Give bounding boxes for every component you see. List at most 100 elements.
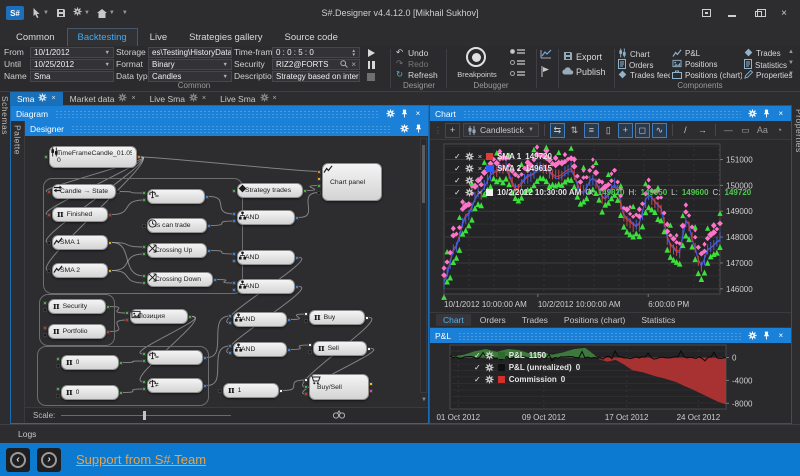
gear-icon[interactable]	[485, 375, 494, 384]
text-tool-button[interactable]: Aa	[755, 123, 770, 138]
diagram-node-is-can-trade[interactable]: Is can trade	[147, 218, 207, 233]
close-icon[interactable]: ×	[776, 331, 786, 340]
gear-icon[interactable]	[465, 152, 474, 161]
input-port[interactable]	[56, 387, 60, 391]
input-port[interactable]	[304, 392, 308, 396]
close-icon[interactable]: ×	[202, 95, 206, 102]
output-port[interactable]	[137, 155, 141, 159]
crosshair-button[interactable]: +	[618, 123, 633, 138]
chevron-down-icon[interactable]: ▼	[220, 62, 228, 68]
doc-tab-live-sma[interactable]: Live Sma×	[143, 92, 214, 105]
component-positions-chart-[interactable]: Positions (chart)	[672, 70, 742, 81]
input-port[interactable]	[232, 259, 236, 263]
visibility-check[interactable]: ✓	[454, 164, 461, 173]
close-icon[interactable]: ×	[478, 164, 482, 173]
visibility-check[interactable]: ✓	[454, 188, 461, 197]
schemas-tab[interactable]: Schemas	[0, 96, 10, 135]
diagram-node-crossing-up[interactable]: Crossing Up	[147, 243, 207, 258]
pin-icon[interactable]	[413, 124, 423, 133]
clear-icon[interactable]: ×	[348, 60, 356, 69]
strategies-button[interactable]: ▼	[97, 9, 115, 18]
input-port[interactable]	[43, 301, 47, 305]
publish-button[interactable]: Publish	[562, 67, 606, 77]
close-icon[interactable]: ×	[776, 109, 786, 118]
input-port[interactable]	[317, 184, 321, 188]
diagram-node-0[interactable]: π0	[61, 385, 119, 400]
support-link[interactable]: Support from S#.Team	[76, 452, 206, 467]
scale-slider[interactable]	[61, 415, 231, 416]
chart-panel-header[interactable]: Chart ×	[430, 106, 791, 121]
output-port[interactable]	[365, 316, 369, 320]
diagram-canvas[interactable]: ▼ TimeFrameCandle_01.05.00Candle → State…	[25, 136, 428, 407]
input-port[interactable]	[232, 212, 236, 216]
indicator-button[interactable]: ∿	[652, 123, 667, 138]
gear-icon[interactable]	[260, 93, 269, 104]
gear-icon[interactable]	[748, 109, 758, 118]
field-time-frame[interactable]: 0 : 0 : 5 : 0▲▼	[272, 47, 360, 58]
refresh-button[interactable]: ↻Refresh	[394, 69, 438, 80]
input-port[interactable]	[142, 380, 146, 384]
input-port[interactable]	[308, 350, 312, 354]
ribbon-tab-strategies-gallery[interactable]: Strategies gallery	[179, 29, 272, 46]
input-port[interactable]	[142, 274, 146, 278]
output-port[interactable]	[369, 389, 373, 393]
visibility-check[interactable]: ✓	[454, 176, 461, 185]
input-port[interactable]	[56, 364, 60, 368]
visibility-check[interactable]: ✓	[454, 152, 461, 161]
input-port[interactable]	[317, 177, 321, 181]
diagram-node-security[interactable]: πSecurity	[48, 299, 106, 314]
input-port[interactable]	[228, 351, 232, 355]
doc-tab-live-sma[interactable]: Live Sma×	[213, 92, 284, 105]
field-data-type[interactable]: Candles▼	[148, 71, 232, 82]
style-button[interactable]	[694, 4, 718, 22]
diagram-node-strategy-trades[interactable]: Strategy trades	[237, 183, 303, 198]
breakpoint-clear-button[interactable]	[510, 71, 525, 76]
gear-icon[interactable]	[38, 93, 47, 104]
doc-tab-market-data[interactable]: Market data×	[63, 92, 143, 105]
prev-tip-button[interactable]: ‹	[6, 448, 30, 472]
diagram-node-sma-2[interactable]: SMA 2	[52, 263, 108, 278]
input-port[interactable]	[142, 224, 146, 228]
input-port[interactable]	[47, 269, 51, 273]
gear-icon[interactable]	[399, 124, 409, 133]
input-port[interactable]	[142, 352, 146, 356]
field-security[interactable]: RIZ2@FORTS×	[272, 59, 360, 70]
input-port[interactable]	[304, 378, 308, 382]
tooltip-button[interactable]: ◻	[635, 123, 650, 138]
diagram-node-crossing-down[interactable]: Crossing Down	[147, 272, 213, 287]
diagram-node-buy-sell[interactable]: Buy/Sell	[309, 374, 369, 400]
drag-handle[interactable]: ⋮	[434, 126, 442, 135]
input-port[interactable]	[56, 394, 60, 398]
gear-icon[interactable]	[189, 93, 198, 104]
properties-tab[interactable]: Properties	[794, 109, 800, 153]
output-port[interactable]	[207, 224, 211, 228]
close-icon[interactable]: ×	[51, 95, 55, 102]
input-port[interactable]	[304, 385, 308, 389]
result-tab-statistics[interactable]: Statistics	[634, 314, 682, 326]
input-port[interactable]	[142, 281, 146, 285]
input-port[interactable]	[232, 189, 236, 193]
doc-tab-sma[interactable]: Sma×	[10, 92, 63, 105]
diagram-node-and[interactable]: AND	[233, 342, 287, 357]
pnl-panel-header[interactable]: P&L ×	[430, 328, 791, 343]
gear-icon[interactable]	[118, 93, 127, 104]
settings-button[interactable]: ▼	[73, 7, 90, 19]
input-port[interactable]	[142, 191, 146, 195]
gear-icon[interactable]	[485, 351, 494, 360]
input-port[interactable]	[56, 357, 60, 361]
pin-icon[interactable]	[762, 331, 772, 340]
gear-icon[interactable]	[385, 109, 395, 118]
hline-tool-button[interactable]: —	[721, 123, 736, 138]
result-tab-positions-chart-[interactable]: Positions (chart)	[557, 314, 632, 326]
pin-icon[interactable]	[399, 109, 409, 118]
input-port[interactable]	[43, 333, 47, 337]
field-storage[interactable]: es\Testing\HistoryData\▼	[148, 47, 232, 58]
output-port[interactable]	[116, 190, 120, 194]
output-port[interactable]	[287, 348, 291, 352]
gear-icon[interactable]	[465, 188, 474, 197]
diagram-node-sma-1[interactable]: SMA 1	[52, 235, 108, 250]
next-tip-button[interactable]: ›	[37, 448, 61, 472]
series-type-combo[interactable]: Candlestick ▼	[463, 123, 539, 137]
output-port[interactable]	[295, 285, 299, 289]
diagram-node-sell[interactable]: πSell	[313, 341, 367, 356]
